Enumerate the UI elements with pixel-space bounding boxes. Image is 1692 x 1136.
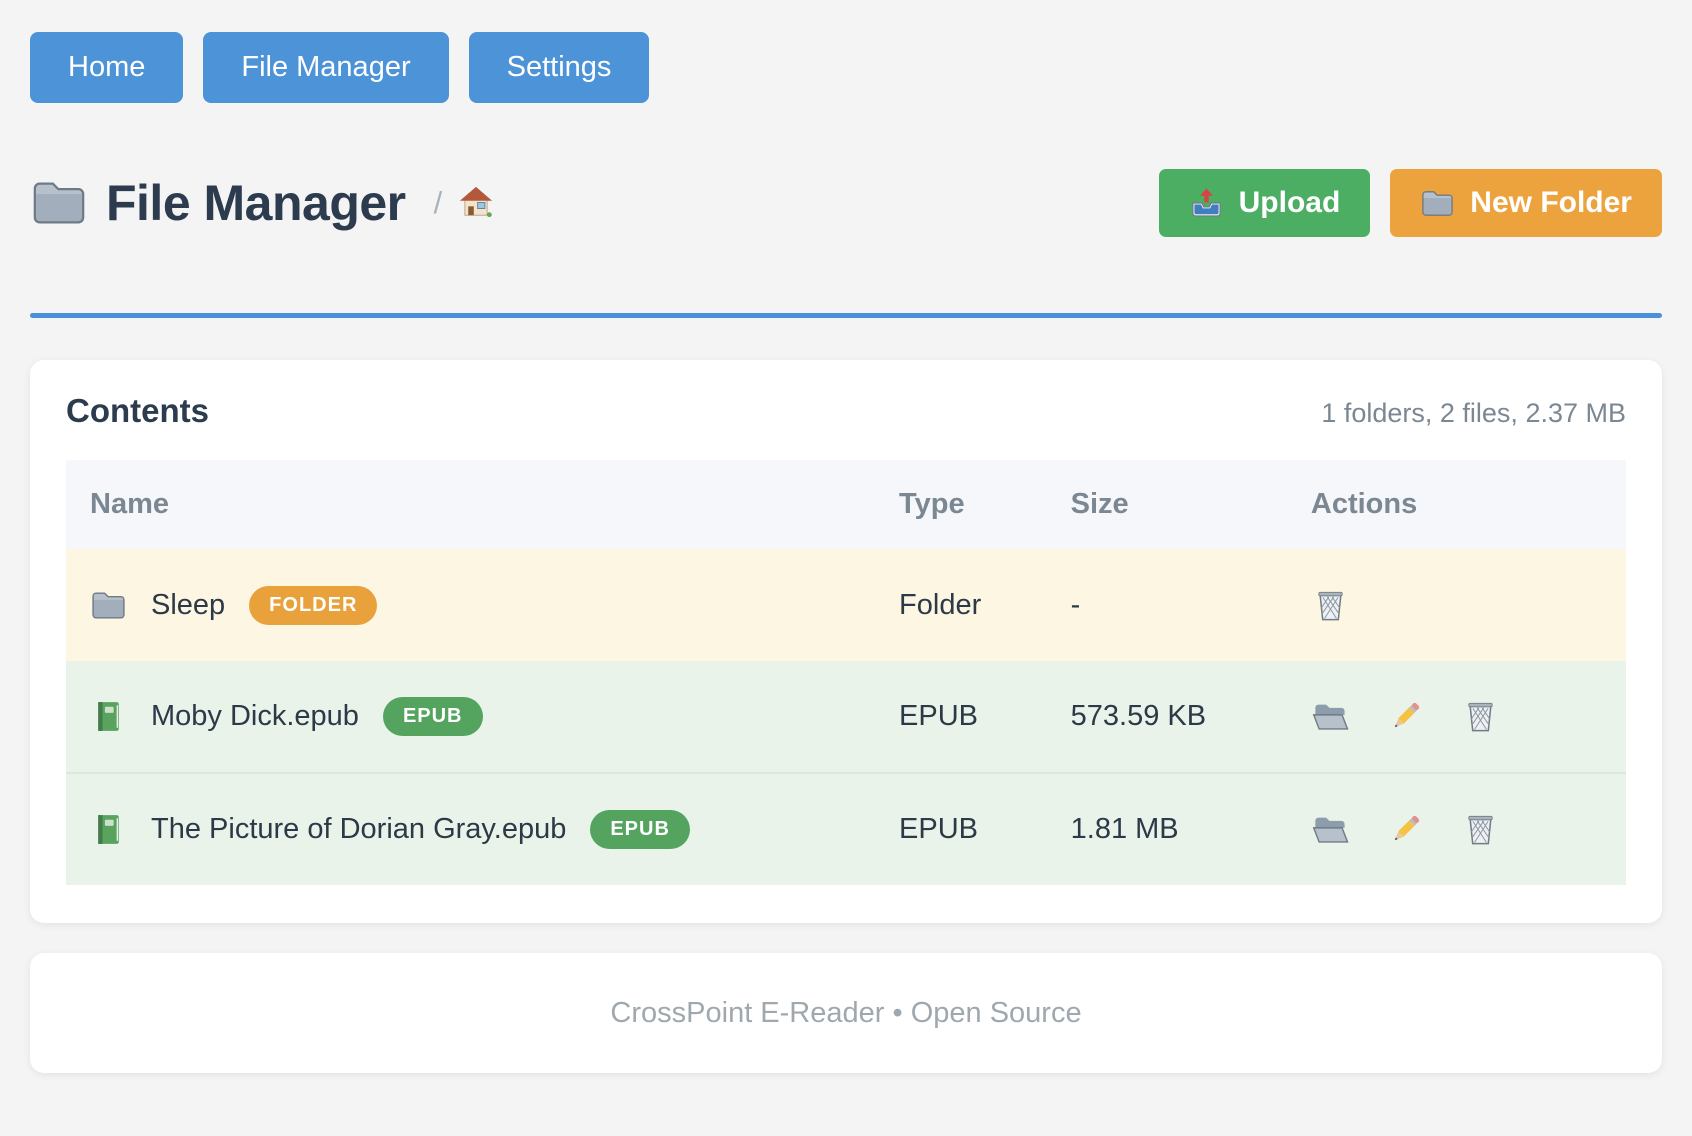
- upload-button-label: Upload: [1239, 186, 1341, 220]
- trash-icon: [1461, 810, 1500, 849]
- actions-cell: [1311, 549, 1626, 661]
- page-header: File Manager / Upload New Folder: [30, 169, 1662, 237]
- type-cell: EPUB: [899, 773, 1071, 885]
- rename-button[interactable]: [1386, 810, 1425, 849]
- header-divider: [30, 313, 1662, 318]
- breadcrumb-separator: /: [434, 185, 443, 221]
- folder-icon: [1420, 186, 1455, 221]
- column-header-actions: Actions: [1311, 460, 1626, 549]
- header-actions: Upload New Folder: [1159, 169, 1662, 237]
- page-title: File Manager: [106, 174, 406, 232]
- footer-card: CrossPoint E-Reader • Open Source: [30, 953, 1662, 1073]
- nav-settings[interactable]: Settings: [469, 32, 650, 103]
- type-badge: EPUB: [590, 810, 690, 849]
- table-row: Moby Dick.epubEPUBEPUB573.59 KB: [66, 661, 1626, 773]
- size-cell: 573.59 KB: [1071, 661, 1311, 773]
- open-button[interactable]: [1311, 697, 1350, 736]
- title-group: File Manager /: [30, 174, 496, 232]
- table-row: Sleep FOLDER Folder-: [66, 549, 1626, 661]
- file-name[interactable]: Sleep: [151, 589, 225, 622]
- type-badge: EPUB: [383, 697, 483, 736]
- rename-button[interactable]: [1386, 697, 1425, 736]
- type-cell: Folder: [899, 549, 1071, 661]
- open-button[interactable]: [1311, 810, 1350, 849]
- delete-button[interactable]: [1461, 697, 1500, 736]
- file-table: NameTypeSizeActions Sleep FOLDER Folder- Mo…: [66, 460, 1626, 885]
- size-cell: 1.81 MB: [1071, 773, 1311, 885]
- green-book-icon: [90, 811, 127, 848]
- green-book-icon: [90, 698, 127, 735]
- contents-card: Contents 1 folders, 2 files, 2.37 MB Nam…: [30, 360, 1662, 923]
- column-header-name: Name: [66, 460, 899, 549]
- upload-button[interactable]: Upload: [1159, 169, 1371, 237]
- page: Home File Manager Settings File Manager / …: [0, 0, 1692, 1113]
- size-cell: -: [1071, 549, 1311, 661]
- footer-text: CrossPoint E-Reader • Open Source: [610, 997, 1081, 1030]
- type-badge: FOLDER: [249, 586, 377, 625]
- file-name: Moby Dick.epub: [151, 700, 359, 733]
- top-nav: Home File Manager Settings: [30, 0, 1662, 103]
- house-icon[interactable]: [456, 183, 496, 223]
- folder-icon: [30, 174, 88, 232]
- nav-home[interactable]: Home: [30, 32, 183, 103]
- nav-file-manager[interactable]: File Manager: [203, 32, 448, 103]
- delete-button[interactable]: [1461, 810, 1500, 849]
- trash-icon: [1311, 586, 1350, 625]
- contents-summary: 1 folders, 2 files, 2.37 MB: [1321, 398, 1626, 429]
- pencil-icon: [1386, 697, 1425, 736]
- actions-cell: [1311, 661, 1626, 773]
- table-row: The Picture of Dorian Gray.epubEPUBEPUB1…: [66, 773, 1626, 885]
- upload-icon: [1189, 186, 1224, 221]
- file-name: The Picture of Dorian Gray.epub: [151, 813, 566, 846]
- trash-icon: [1461, 697, 1500, 736]
- column-header-size: Size: [1071, 460, 1311, 549]
- breadcrumb: /: [434, 183, 497, 223]
- open-folder-icon: [1311, 697, 1350, 736]
- contents-title: Contents: [66, 392, 209, 430]
- new-folder-button[interactable]: New Folder: [1390, 169, 1662, 237]
- table-header-row: NameTypeSizeActions: [66, 460, 1626, 549]
- open-folder-icon: [1311, 810, 1350, 849]
- actions-cell: [1311, 773, 1626, 885]
- contents-card-header: Contents 1 folders, 2 files, 2.37 MB: [66, 392, 1626, 430]
- pencil-icon: [1386, 810, 1425, 849]
- column-header-type: Type: [899, 460, 1071, 549]
- new-folder-button-label: New Folder: [1470, 186, 1632, 220]
- delete-button[interactable]: [1311, 586, 1350, 625]
- type-cell: EPUB: [899, 661, 1071, 773]
- folder-icon: [90, 587, 127, 624]
